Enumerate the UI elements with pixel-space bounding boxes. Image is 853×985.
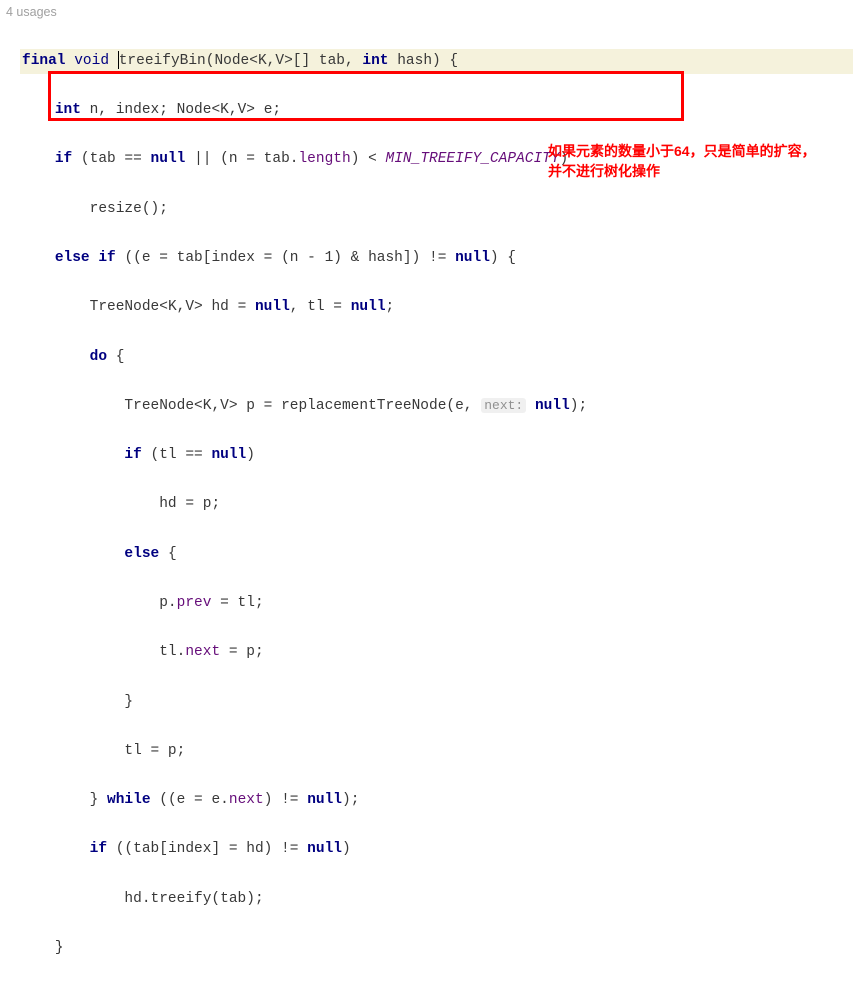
text: ); xyxy=(570,398,587,414)
text: { xyxy=(168,546,177,562)
text: e; xyxy=(264,102,281,118)
keyword-if: if xyxy=(124,447,141,463)
usages-hint: 4 usages xyxy=(0,0,853,24)
text: } xyxy=(55,940,64,956)
code-line: } xyxy=(20,690,853,715)
code-line: if (tl == null) xyxy=(20,443,853,468)
constant: MIN_TREEIFY_CAPACITY xyxy=(386,151,560,167)
text: ); xyxy=(342,792,359,808)
keyword-do: do xyxy=(90,349,107,365)
type-params: <K,V> xyxy=(249,53,293,69)
text: (tab == xyxy=(81,151,142,167)
code-line: tl = p; xyxy=(20,739,853,764)
code-line: do { xyxy=(20,345,853,370)
text: p = replacementTreeNode(e, xyxy=(246,398,472,414)
keyword-if: if xyxy=(90,841,107,857)
keyword-null: null xyxy=(151,151,186,167)
code-line: } xyxy=(20,936,853,961)
type-params: <K,V> xyxy=(159,299,203,315)
field-next: next xyxy=(229,792,264,808)
code-line: TreeNode<K,V> p = replacementTreeNode(e,… xyxy=(20,394,853,419)
text: } xyxy=(90,792,99,808)
type-treenode: TreeNode xyxy=(90,299,160,315)
code-line: hd.treeify(tab); xyxy=(20,887,853,912)
field-prev: prev xyxy=(177,595,212,611)
field-next: next xyxy=(185,644,220,660)
text: hd = xyxy=(211,299,246,315)
code-line: TreeNode<K,V> hd = null, tl = null; xyxy=(20,295,853,320)
text: resize(); xyxy=(90,201,168,217)
type-node: Node xyxy=(214,53,249,69)
text: , tl = xyxy=(290,299,342,315)
text: tl. xyxy=(159,644,185,660)
text: || (n = tab. xyxy=(194,151,298,167)
code-line: else if ((e = tab[index = (n - 1) & hash… xyxy=(20,246,853,271)
type-params: <K,V> xyxy=(211,102,255,118)
method-signature-line: final void treeifyBin(Node<K,V>[] tab, i… xyxy=(20,49,853,74)
keyword-final: final xyxy=(22,53,66,69)
text: n, index; xyxy=(90,102,168,118)
keyword-null: null xyxy=(455,250,490,266)
param-hint: next: xyxy=(481,398,526,413)
text: (tl == xyxy=(151,447,203,463)
text: ((e = e. xyxy=(159,792,229,808)
text: { xyxy=(116,349,125,365)
text: hash) { xyxy=(397,53,458,69)
text: ) { xyxy=(490,250,516,266)
type-treenode: TreeNode xyxy=(124,398,194,414)
keyword-null: null xyxy=(535,398,570,414)
text: [] tab, xyxy=(293,53,354,69)
type-params: <K,V> xyxy=(194,398,238,414)
text: ) != xyxy=(264,792,299,808)
code-line: resize(); xyxy=(20,197,853,222)
keyword-null: null xyxy=(307,792,342,808)
annotation-line1: 如果元素的数量小于64，只是简单的扩容， xyxy=(548,141,816,161)
keyword-null: null xyxy=(351,299,386,315)
keyword-null: null xyxy=(255,299,290,315)
keyword-else: else xyxy=(124,546,159,562)
text: p. xyxy=(159,595,176,611)
type-node: Node xyxy=(177,102,212,118)
code-line: if ((tab[index] = hd) != null) xyxy=(20,837,853,862)
code-line: p.prev = tl; xyxy=(20,591,853,616)
text: ((e = tab[index = (n - 1) & hash]) != xyxy=(124,250,446,266)
annotation-text: 如果元素的数量小于64，只是简单的扩容， 并不进行树化操作 xyxy=(548,141,816,182)
keyword-if: if xyxy=(55,151,72,167)
text: hd.treeify(tab); xyxy=(124,891,263,907)
keyword-while: while xyxy=(107,792,151,808)
code-line: } while ((e = e.next) != null); xyxy=(20,788,853,813)
code-line: hd = p; xyxy=(20,492,853,517)
field-length: length xyxy=(298,151,350,167)
text: ) xyxy=(246,447,255,463)
text: = p; xyxy=(220,644,264,660)
annotation-line2: 并不进行树化操作 xyxy=(548,161,816,181)
code-line: else { xyxy=(20,542,853,567)
text: ) xyxy=(342,841,351,857)
code-line: int n, index; Node<K,V> e; xyxy=(20,98,853,123)
keyword-int: int xyxy=(362,53,388,69)
keyword-int: int xyxy=(55,102,81,118)
code-line: tl.next = p; xyxy=(20,640,853,665)
keyword-null: null xyxy=(211,447,246,463)
keyword-null: null xyxy=(307,841,342,857)
text: } xyxy=(124,694,133,710)
text: hd = p; xyxy=(159,496,220,512)
text: = tl; xyxy=(211,595,263,611)
keyword-void: void xyxy=(74,53,109,69)
keyword-elseif: else if xyxy=(55,250,116,266)
text: ) < xyxy=(351,151,377,167)
text: ; xyxy=(386,299,395,315)
method-name: treeifyBin xyxy=(119,53,206,69)
text: ((tab[index] = hd) != xyxy=(116,841,299,857)
text: tl = p; xyxy=(124,743,185,759)
